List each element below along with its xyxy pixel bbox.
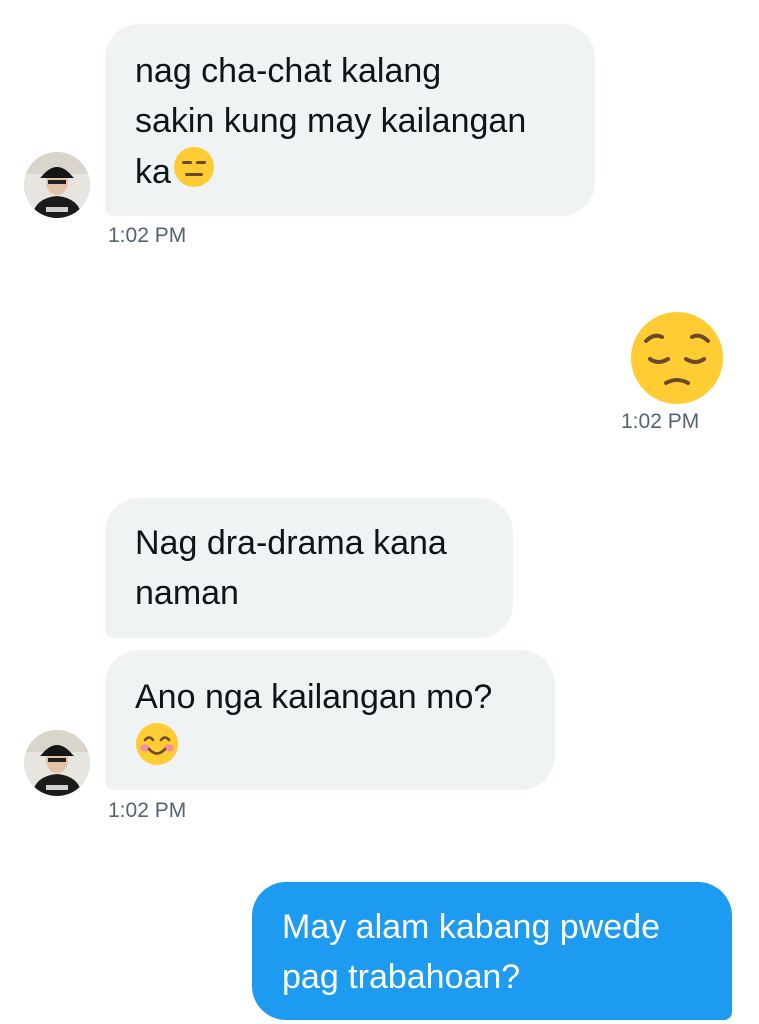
sender-avatar[interactable] bbox=[24, 152, 90, 218]
message-timestamp: 1:02 PM bbox=[621, 410, 700, 433]
message-line: sakin kung may kailangan bbox=[135, 102, 527, 140]
message-line-text: ka bbox=[135, 152, 171, 191]
sender-avatar[interactable] bbox=[24, 730, 90, 796]
message-line: ka bbox=[135, 146, 565, 202]
message-line bbox=[135, 722, 525, 780]
message-line: naman bbox=[135, 574, 239, 612]
incoming-message-bubble[interactable]: Nag dra-drama kana naman bbox=[105, 498, 513, 638]
smiling-face-with-smiling-eyes-icon bbox=[135, 722, 179, 780]
message-line: nag cha-chat kalang bbox=[135, 52, 442, 90]
incoming-message-bubble[interactable]: Ano nga kailangan mo? bbox=[105, 650, 555, 790]
expressionless-face-icon bbox=[173, 146, 215, 202]
message-line: Nag dra-drama kana bbox=[135, 524, 447, 562]
message-line: Ano nga kailangan mo? bbox=[135, 678, 493, 716]
avatar-image bbox=[24, 152, 90, 218]
incoming-message-bubble[interactable]: nag cha-chat kalang sakin kung may kaila… bbox=[105, 24, 595, 216]
pensive-face-icon bbox=[631, 312, 723, 404]
message-timestamp: 1:02 PM bbox=[108, 799, 187, 822]
avatar-image bbox=[24, 730, 90, 796]
message-line: May alam kabang pwede bbox=[282, 908, 661, 946]
outgoing-message-bubble[interactable]: May alam kabang pwede pag trabahoan? bbox=[252, 882, 732, 1020]
outgoing-emoji-message[interactable] bbox=[630, 311, 724, 405]
message-timestamp: 1:02 PM bbox=[108, 224, 187, 247]
message-line: pag trabahoan? bbox=[282, 958, 521, 996]
